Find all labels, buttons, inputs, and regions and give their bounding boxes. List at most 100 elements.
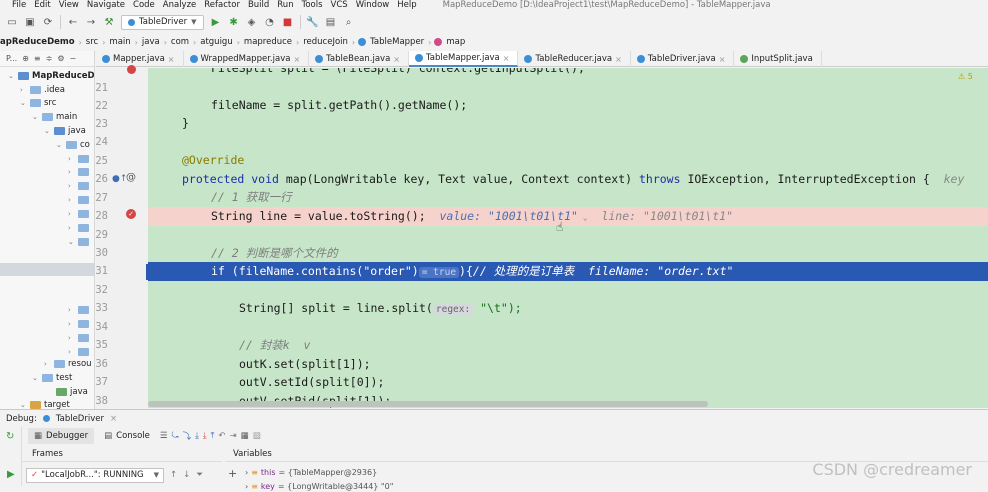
- run-config-selector[interactable]: TableDriver ▼: [121, 14, 204, 30]
- run-icon[interactable]: ▶: [210, 16, 222, 28]
- tab-table-bean[interactable]: TableBean.java ×: [309, 51, 409, 67]
- tree-item-target[interactable]: ⌄ target: [20, 398, 70, 410]
- open-icon[interactable]: ▭: [6, 16, 18, 28]
- breadcrumb-item[interactable]: mapreduce: [240, 37, 296, 47]
- thread-dropdown[interactable]: ✓ "LocalJobR...": RUNNING ▼: [26, 467, 164, 483]
- close-icon[interactable]: ×: [615, 55, 622, 64]
- menu-navigate[interactable]: Navigate: [85, 0, 131, 10]
- build-hammer-icon[interactable]: ⚒: [103, 16, 115, 28]
- menu-analyze[interactable]: Analyze: [161, 0, 203, 10]
- settings-wrench-icon[interactable]: 🔧: [306, 16, 318, 28]
- debug-config-tab[interactable]: TableDriver: [56, 414, 104, 424]
- close-icon[interactable]: ×: [168, 55, 175, 64]
- breadcrumb-item[interactable]: com: [167, 37, 193, 47]
- menu-tools[interactable]: Tools: [300, 0, 329, 10]
- tab-debugger[interactable]: ▦ Debugger: [28, 428, 95, 444]
- close-icon[interactable]: ×: [719, 55, 726, 64]
- drop-frame-icon[interactable]: ↶: [218, 431, 225, 441]
- evaluate-icon[interactable]: ▦: [241, 431, 249, 441]
- tab-table-reducer[interactable]: TableReducer.java ×: [518, 51, 631, 67]
- expand-all-icon[interactable]: ≑: [46, 54, 53, 63]
- close-icon[interactable]: ×: [393, 55, 400, 64]
- menu-build[interactable]: Build: [246, 0, 275, 10]
- tab-label: TableDriver.java: [647, 54, 716, 64]
- breadcrumb-item[interactable]: main: [105, 37, 134, 47]
- breadcrumb-item[interactable]: map: [442, 37, 469, 47]
- menu-code[interactable]: Code: [131, 0, 161, 10]
- run-to-cursor-icon[interactable]: ⇥: [230, 431, 237, 441]
- breadcrumb-item[interactable]: java: [138, 37, 164, 47]
- breadcrumb-item[interactable]: reduceJoin: [299, 37, 352, 47]
- menu-refactor[interactable]: Refactor: [202, 0, 246, 10]
- menu-file[interactable]: File: [0, 0, 32, 10]
- back-icon[interactable]: ←: [67, 16, 79, 28]
- tree-item-main[interactable]: ⌄ main: [32, 110, 77, 123]
- close-icon[interactable]: ×: [110, 414, 117, 424]
- menu-help[interactable]: Help: [395, 0, 422, 10]
- breadcrumb-item[interactable]: apReduceDemo: [0, 37, 79, 47]
- force-step-into-icon[interactable]: ⤓: [203, 431, 207, 441]
- filter-icon[interactable]: ⏷: [196, 470, 203, 480]
- show-execution-point-icon[interactable]: ⤿: [172, 431, 179, 441]
- breadcrumb-item[interactable]: atguigu: [196, 37, 236, 47]
- rerun-icon[interactable]: ↻: [6, 431, 14, 442]
- menu-vcs[interactable]: VCS: [329, 0, 354, 10]
- tree-item-src[interactable]: ⌄ src: [20, 96, 56, 109]
- tab-input-split[interactable]: InputSplit.java: [734, 51, 822, 67]
- menu-edit[interactable]: Edit: [32, 0, 56, 10]
- step-into-icon[interactable]: ⤓: [195, 431, 199, 441]
- tab-wrapped-mapper[interactable]: WrappedMapper.java ×: [184, 51, 310, 67]
- debug-icon[interactable]: ✱: [228, 16, 240, 28]
- warning-indicator[interactable]: ⚠ 5: [958, 72, 973, 81]
- horizontal-scrollbar[interactable]: [148, 401, 708, 407]
- forward-icon[interactable]: →: [85, 16, 97, 28]
- profile-icon[interactable]: ◔: [264, 16, 276, 28]
- tree-item-label: src: [44, 97, 57, 108]
- search-icon[interactable]: ⌕: [343, 16, 355, 28]
- tree-item-idea[interactable]: › .idea: [20, 83, 65, 96]
- sync-icon[interactable]: ⟳: [42, 16, 54, 28]
- collapse-all-icon[interactable]: ≡: [34, 54, 41, 63]
- breadcrumb-separator: ›: [428, 37, 432, 47]
- menu-icon[interactable]: ☰: [160, 431, 168, 441]
- breakpoint-icon[interactable]: [127, 65, 136, 74]
- close-icon[interactable]: ×: [503, 54, 510, 63]
- breakpoint-check-icon[interactable]: ✓: [126, 209, 136, 219]
- save-icon[interactable]: ▣: [24, 16, 36, 28]
- code-editor[interactable]: FileSplit split = (FileSplit) context.ge…: [148, 68, 988, 408]
- step-over-icon[interactable]: ⤵: [183, 430, 192, 442]
- structure-icon[interactable]: ▤: [325, 16, 337, 28]
- project-panel-label[interactable]: P...: [6, 54, 17, 63]
- add-watch-icon[interactable]: +: [228, 467, 237, 480]
- variable-row[interactable]: › ≡ this = {TableMapper@2936}: [245, 466, 377, 478]
- project-panel-header: P... ⊕ ≡ ≑ ⚙ −: [0, 51, 94, 67]
- hide-icon[interactable]: −: [70, 54, 77, 63]
- close-icon[interactable]: ×: [293, 55, 300, 64]
- menu-view[interactable]: View: [57, 0, 85, 10]
- annotation-at-icon[interactable]: @: [126, 172, 136, 183]
- menu-window[interactable]: Window: [354, 0, 396, 10]
- resume-icon[interactable]: ▶: [7, 469, 15, 480]
- tab-table-mapper[interactable]: TableMapper.java ×: [409, 51, 519, 67]
- chevron-down-icon: ⌄: [32, 373, 38, 382]
- gear-icon[interactable]: ⚙: [57, 54, 64, 63]
- class-icon: [102, 55, 110, 63]
- breadcrumb-item[interactable]: src: [82, 37, 102, 47]
- breadcrumb-item[interactable]: TableMapper: [366, 37, 428, 47]
- up-arrow-icon[interactable]: ↑: [170, 470, 177, 480]
- tree-item-test[interactable]: ⌄ test: [32, 371, 72, 384]
- check-icon: ✓: [31, 470, 39, 480]
- step-out-icon[interactable]: ⤒: [211, 431, 215, 441]
- chevron-down-icon[interactable]: ⌄: [578, 213, 588, 222]
- down-arrow-icon[interactable]: ↓: [183, 470, 190, 480]
- locate-icon[interactable]: ⊕: [22, 54, 29, 63]
- variable-row[interactable]: › ≡ key = {LongWritable@3444} "0": [245, 480, 393, 492]
- stop-icon[interactable]: ■: [282, 16, 294, 28]
- code-text: fileName = split.getPath().getName();: [211, 98, 468, 112]
- trace-icon[interactable]: ▧: [253, 431, 261, 441]
- menu-run[interactable]: Run: [275, 0, 299, 10]
- tab-mapper[interactable]: Mapper.java ×: [96, 51, 184, 67]
- tab-table-driver[interactable]: TableDriver.java ×: [631, 51, 735, 67]
- tab-console[interactable]: ▤ Console: [98, 428, 156, 444]
- coverage-icon[interactable]: ◈: [246, 16, 258, 28]
